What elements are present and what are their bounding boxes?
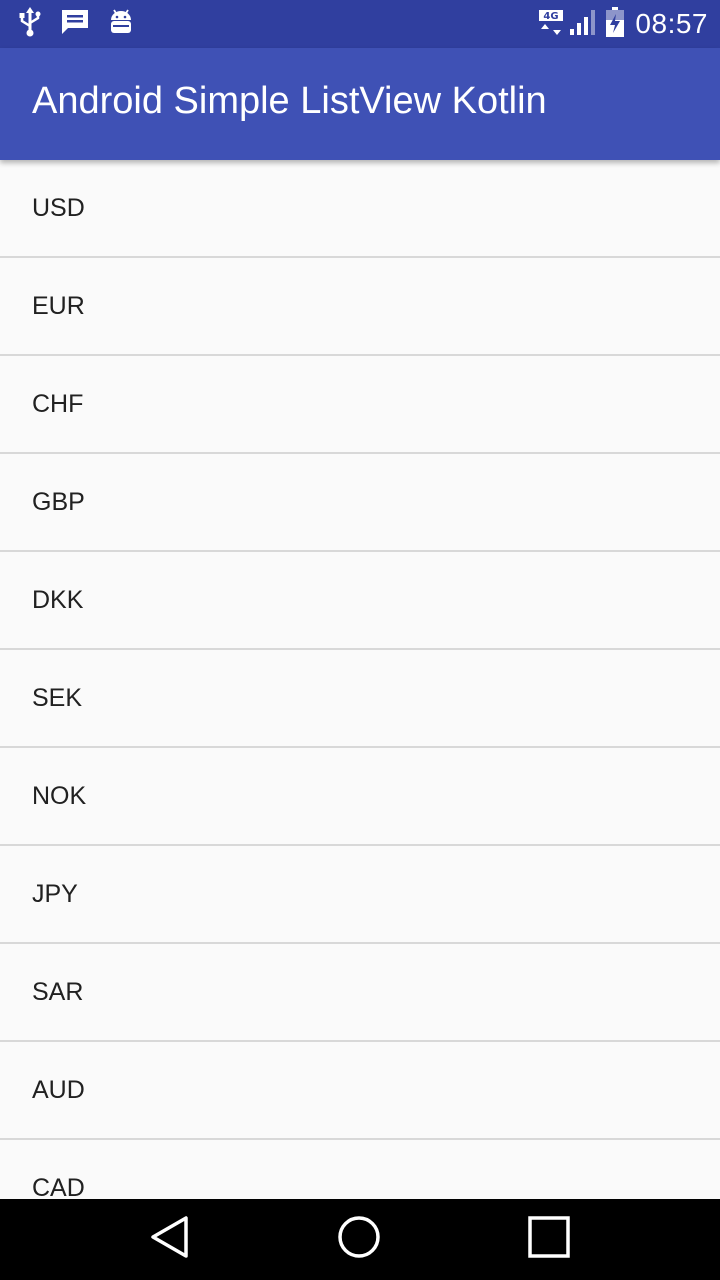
recents-button[interactable] xyxy=(499,1199,599,1280)
status-system: 4G 08:57 xyxy=(539,6,708,42)
list-item[interactable]: SEK xyxy=(0,650,720,748)
status-bar: 4G 08:57 xyxy=(0,0,720,48)
list-item[interactable]: SAR xyxy=(0,944,720,1042)
list-item[interactable]: CHF xyxy=(0,356,720,454)
back-button[interactable] xyxy=(120,1199,220,1280)
signal-icon xyxy=(569,7,599,42)
list-item-label: DKK xyxy=(32,586,84,614)
list-item[interactable]: DKK xyxy=(0,552,720,650)
app-bar: Android Simple ListView Kotlin xyxy=(0,48,720,160)
home-button[interactable] xyxy=(309,1199,409,1280)
recents-icon xyxy=(528,1216,570,1263)
message-icon xyxy=(60,8,90,41)
list-item-label: SAR xyxy=(32,978,84,1006)
home-icon xyxy=(337,1215,381,1264)
network-type-label: 4G xyxy=(544,11,559,22)
list-item[interactable]: GBP xyxy=(0,454,720,552)
list-item-label: GBP xyxy=(32,488,85,516)
list-item-label: NOK xyxy=(32,782,87,810)
list-item[interactable]: USD xyxy=(0,160,720,258)
status-notifications xyxy=(18,6,134,43)
list-item-label: CHF xyxy=(32,390,84,418)
list-item[interactable]: JPY xyxy=(0,846,720,944)
status-time: 08:57 xyxy=(635,8,708,39)
list-item-label: EUR xyxy=(32,292,85,320)
android-icon xyxy=(108,7,134,42)
list-item[interactable]: NOK xyxy=(0,748,720,846)
back-icon xyxy=(150,1215,190,1264)
list-item-label: JPY xyxy=(32,880,78,908)
usb-icon xyxy=(18,6,42,43)
list-item[interactable]: EUR xyxy=(0,258,720,356)
navigation-bar xyxy=(0,1199,720,1280)
list-item-label: AUD xyxy=(32,1076,85,1104)
currency-list[interactable]: USD EUR CHF GBP DKK SEK NOK JPY SAR AUD … xyxy=(0,160,720,1199)
network-4g-icon: 4G xyxy=(539,7,564,42)
list-item-label: SEK xyxy=(32,684,83,712)
page-title: Android Simple ListView Kotlin xyxy=(32,80,547,122)
list-item[interactable]: AUD xyxy=(0,1042,720,1140)
list-item-label: CAD xyxy=(32,1174,85,1199)
list-item-label: USD xyxy=(32,194,85,222)
list-item[interactable]: CAD xyxy=(0,1140,720,1199)
battery-charging-icon xyxy=(605,6,625,43)
